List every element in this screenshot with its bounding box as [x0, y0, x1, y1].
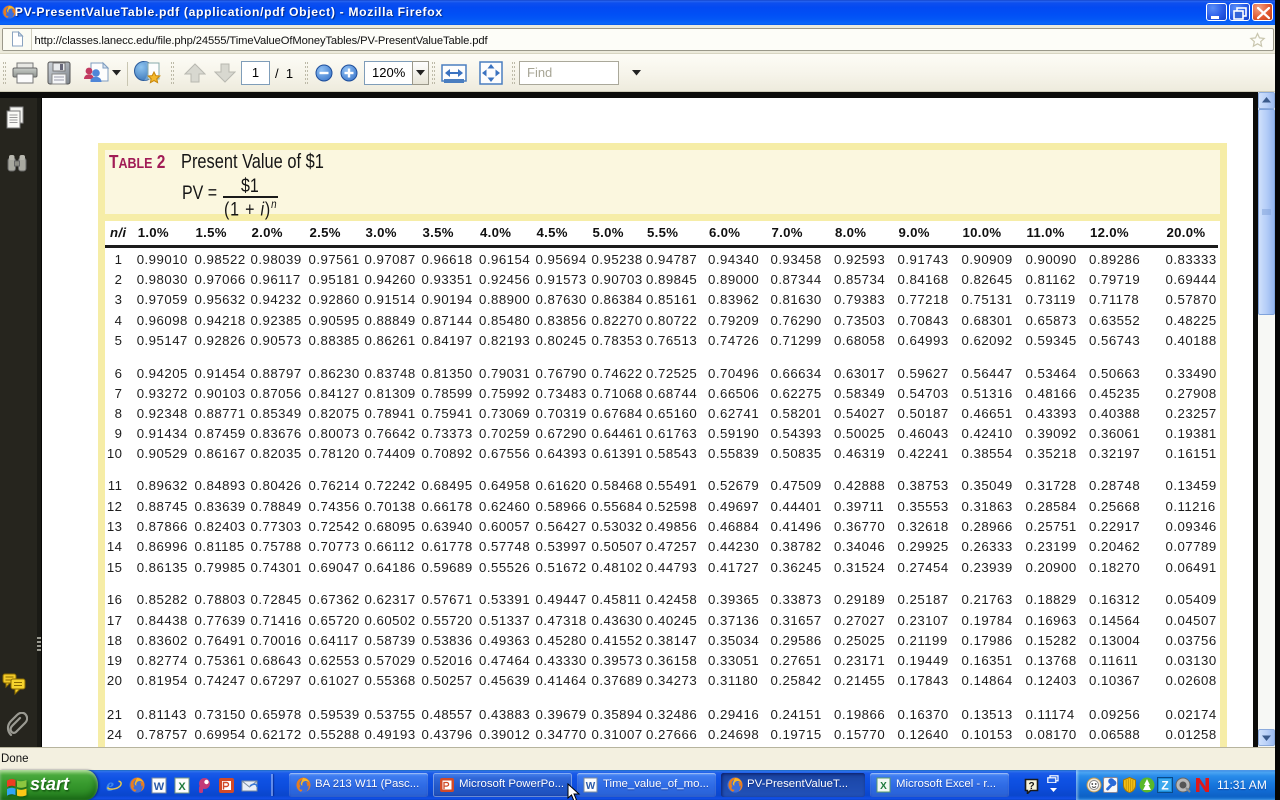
svg-text:?: ?: [1028, 781, 1034, 792]
svg-text:X: X: [880, 781, 887, 792]
svg-text:Z: Z: [1161, 779, 1168, 793]
svg-text:W: W: [154, 781, 165, 793]
svg-text:W: W: [586, 781, 596, 792]
svg-text:e: e: [106, 777, 114, 794]
svg-text:X: X: [178, 781, 186, 793]
